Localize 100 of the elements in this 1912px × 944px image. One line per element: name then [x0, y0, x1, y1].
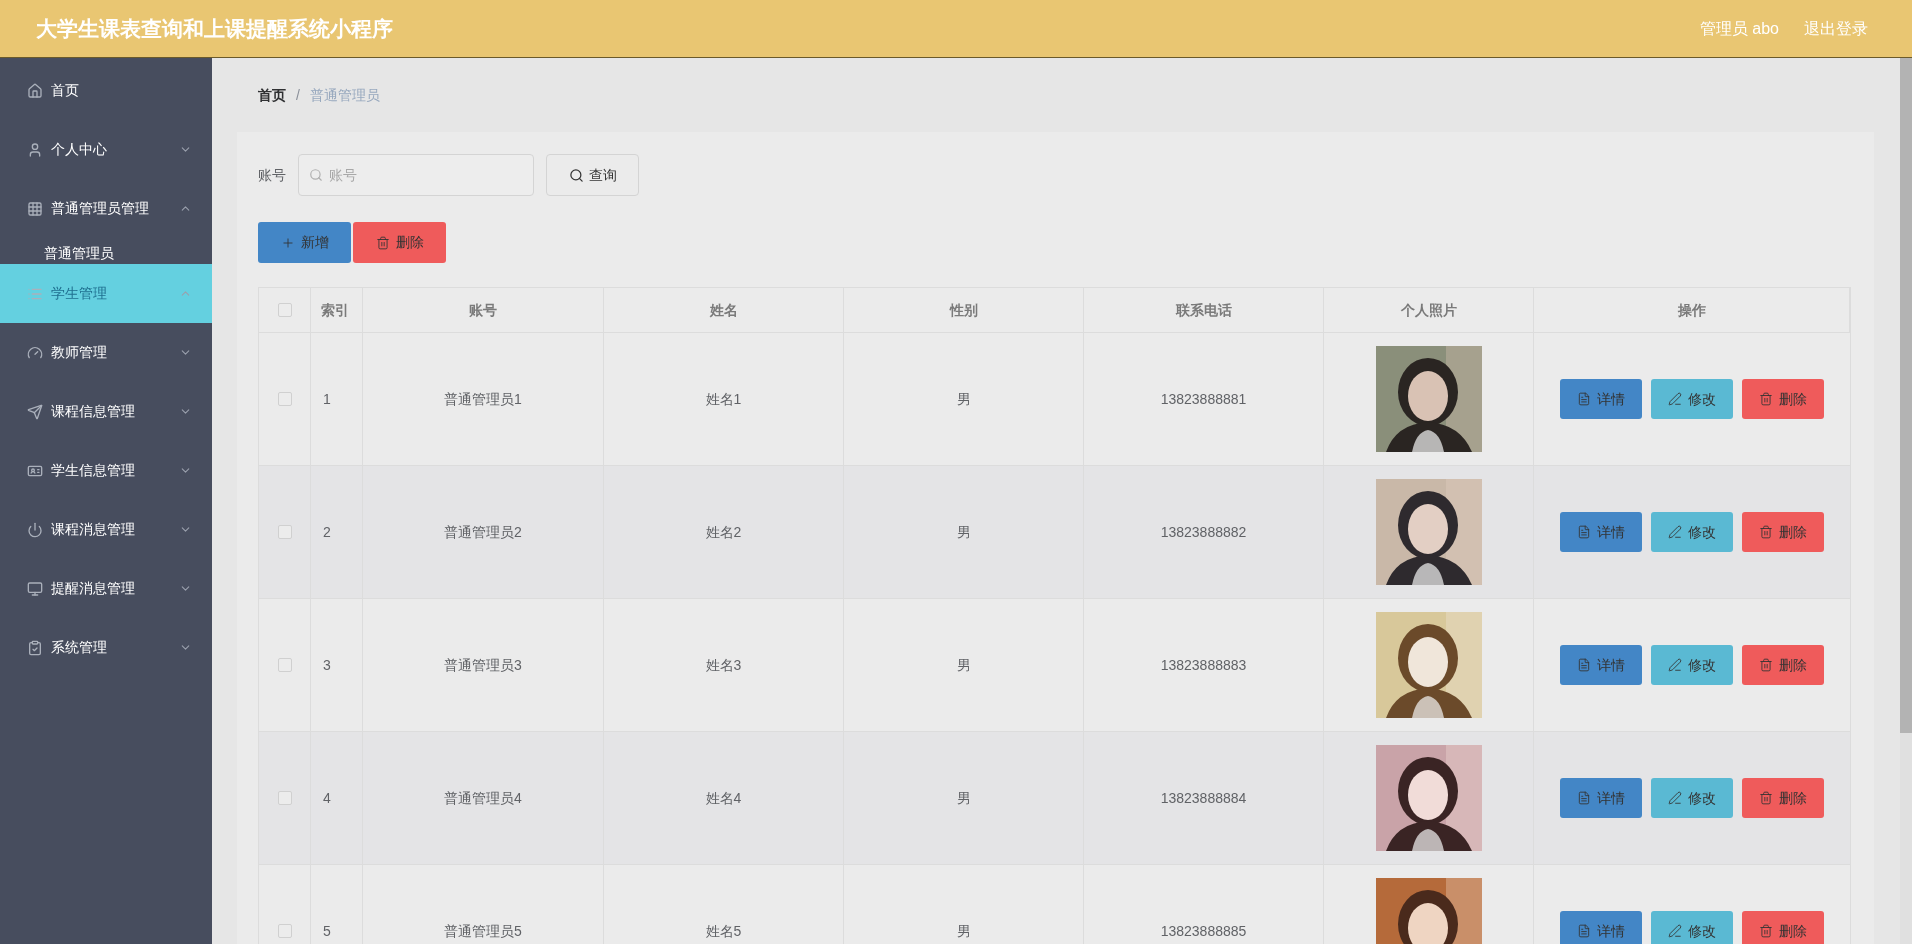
- sidebar-item[interactable]: 课程信息管理: [0, 382, 212, 441]
- sidebar-item[interactable]: 学生信息管理: [0, 441, 212, 500]
- power-icon: [27, 521, 43, 538]
- table-cell: 姓名2: [604, 466, 844, 598]
- scrollbar[interactable]: [1900, 58, 1912, 944]
- table-cell: 普通管理员1: [363, 333, 604, 465]
- checkbox[interactable]: [277, 525, 292, 539]
- sidebar-item[interactable]: 首页: [0, 61, 212, 120]
- delete-button[interactable]: 删除: [353, 222, 446, 263]
- table-cell: 姓名4: [604, 732, 844, 864]
- table-cell: 2: [311, 466, 363, 598]
- table-cell: 13823888881: [1084, 333, 1324, 465]
- column-header: 索引: [311, 288, 363, 332]
- send-icon: [27, 403, 43, 420]
- table-cell: 1: [311, 333, 363, 465]
- table-cell: 普通管理员5: [363, 865, 604, 944]
- search-field[interactable]: 账号: [298, 154, 534, 196]
- trash-icon: [1759, 392, 1773, 406]
- checkbox[interactable]: [277, 303, 292, 317]
- checkbox[interactable]: [277, 658, 292, 672]
- sidebar-item[interactable]: 提醒消息管理: [0, 559, 212, 618]
- sidebar-item[interactable]: 普通管理员管理: [0, 179, 212, 238]
- document-icon: [1577, 791, 1591, 805]
- trash-icon: [1759, 658, 1773, 672]
- sidebar-item[interactable]: 学生管理: [0, 264, 212, 323]
- pen-icon: [1668, 791, 1682, 805]
- submenu-item[interactable]: 普通管理员: [0, 238, 212, 264]
- sidebar-item[interactable]: 个人中心: [0, 120, 212, 179]
- edit-button[interactable]: 修改: [1651, 379, 1733, 419]
- document-icon: [1577, 924, 1591, 938]
- table-cell: 男: [844, 466, 1084, 598]
- delete-button[interactable]: 删除: [1742, 379, 1824, 419]
- trash-icon: [1759, 791, 1773, 805]
- gauge-icon: [27, 344, 43, 361]
- column-header: 联系电话: [1084, 288, 1324, 332]
- table-cell: 姓名5: [604, 865, 844, 944]
- table-cell: 13823888882: [1084, 466, 1324, 598]
- plus-icon: [280, 235, 295, 250]
- table-cell: 13823888885: [1084, 865, 1324, 944]
- pen-icon: [1668, 924, 1682, 938]
- checkbox[interactable]: [277, 924, 292, 938]
- table-cell: 姓名1: [604, 333, 844, 465]
- delete-button[interactable]: 删除: [1742, 778, 1824, 818]
- user-icon: [27, 141, 43, 158]
- trash-icon: [375, 235, 390, 250]
- delete-button[interactable]: 删除: [1742, 911, 1824, 944]
- breadcrumb-separator: /: [296, 85, 300, 105]
- column-header: 性别: [844, 288, 1084, 332]
- column-header: 个人照片: [1324, 288, 1534, 332]
- table-cell: 男: [844, 865, 1084, 944]
- table-cell: 男: [844, 333, 1084, 465]
- search-icon: [309, 168, 323, 182]
- table-cell: 姓名3: [604, 599, 844, 731]
- column-header: 账号: [363, 288, 604, 332]
- trash-icon: [1759, 525, 1773, 539]
- checkbox[interactable]: [277, 791, 292, 805]
- user-name: 管理员 abo: [1699, 18, 1779, 39]
- table-cell: 普通管理员2: [363, 466, 604, 598]
- search-icon: [568, 167, 584, 183]
- table-cell: 普通管理员3: [363, 599, 604, 731]
- trash-icon: [1759, 924, 1773, 938]
- table-cell: 男: [844, 599, 1084, 731]
- edit-button[interactable]: 修改: [1651, 778, 1733, 818]
- add-button[interactable]: 新增: [258, 222, 351, 263]
- detail-button[interactable]: 详情: [1560, 379, 1642, 419]
- detail-button[interactable]: 详情: [1560, 512, 1642, 552]
- pen-icon: [1668, 658, 1682, 672]
- edit-button[interactable]: 修改: [1651, 645, 1733, 685]
- detail-button[interactable]: 详情: [1560, 911, 1642, 944]
- breadcrumb-item: 普通管理员: [309, 85, 380, 105]
- delete-button[interactable]: 删除: [1742, 645, 1824, 685]
- delete-button[interactable]: 删除: [1742, 512, 1824, 552]
- table-cell: 3: [311, 599, 363, 731]
- edit-button[interactable]: 修改: [1651, 911, 1733, 944]
- sidebar-item[interactable]: 系统管理: [0, 618, 212, 677]
- house-icon: [27, 82, 43, 99]
- document-icon: [1577, 525, 1591, 539]
- breadcrumb-item[interactable]: 首页: [258, 84, 286, 106]
- table-cell: 4: [311, 732, 363, 864]
- clipboard-icon: [27, 639, 43, 656]
- monitor-icon: [27, 580, 43, 597]
- search-label: 账号: [258, 165, 286, 185]
- edit-button[interactable]: 修改: [1651, 512, 1733, 552]
- sidebar-item[interactable]: 课程消息管理: [0, 500, 212, 559]
- detail-button[interactable]: 详情: [1560, 778, 1642, 818]
- checkbox[interactable]: [277, 392, 292, 406]
- table-cell: 男: [844, 732, 1084, 864]
- table-cell: 13823888884: [1084, 732, 1324, 864]
- grid-icon: [27, 200, 43, 217]
- search-button[interactable]: 查询: [546, 154, 639, 196]
- table-cell: 5: [311, 865, 363, 944]
- document-icon: [1577, 392, 1591, 406]
- pen-icon: [1668, 392, 1682, 406]
- document-icon: [1577, 658, 1591, 672]
- sidebar-item[interactable]: 教师管理: [0, 323, 212, 382]
- app-title: 大学生课表查询和上课提醒系统小程序: [36, 15, 393, 42]
- column-header: 操作: [1534, 288, 1850, 332]
- column-header: 姓名: [604, 288, 844, 332]
- table-cell: 13823888883: [1084, 599, 1324, 731]
- detail-button[interactable]: 详情: [1560, 645, 1642, 685]
